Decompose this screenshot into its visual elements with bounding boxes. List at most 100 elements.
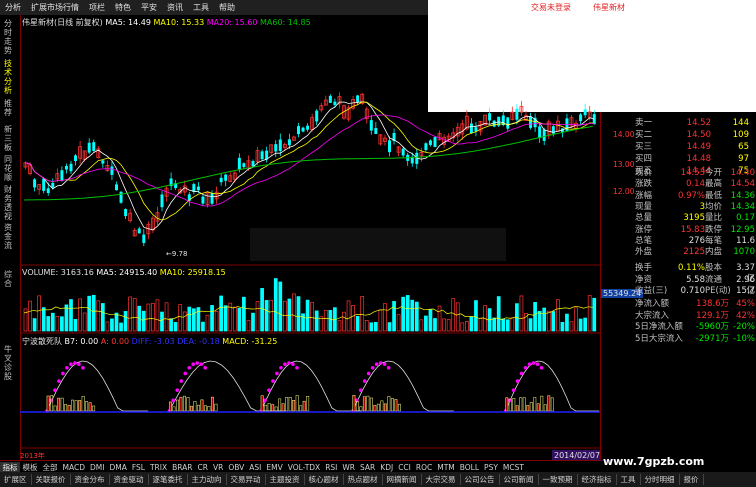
bottom-tab[interactable]: 核心题材	[305, 474, 344, 485]
bottom-tab[interactable]: 资金分布	[71, 474, 110, 485]
indicator-tab[interactable]: CCI	[396, 463, 414, 472]
bottom-tab[interactable]: 一致预期	[539, 474, 578, 485]
bottom-tab[interactable]: 关联报价	[32, 474, 71, 485]
bottom-tab[interactable]: 大宗交易	[422, 474, 461, 485]
tab-ths[interactable]: 同花顺	[4, 155, 14, 182]
menu-extended-market[interactable]: 扩展市场行情	[26, 2, 84, 13]
indicator-dot	[73, 361, 77, 365]
indicator-tab[interactable]: MACD	[60, 463, 87, 472]
bottom-tab[interactable]: 网摘新闻	[383, 474, 422, 485]
watermark: www.7gpzb.com	[603, 455, 705, 468]
volume-bar	[55, 316, 60, 332]
bottom-tab[interactable]: 报价	[680, 474, 704, 485]
volume-bar	[374, 321, 378, 332]
bottom-tab[interactable]: 公司公告	[461, 474, 500, 485]
volume-bar	[405, 295, 410, 332]
order-price: 14.48	[686, 154, 711, 164]
bottom-tab[interactable]: 主题投资	[266, 474, 305, 485]
stat-label: 流通	[705, 274, 723, 285]
indicator-tab[interactable]: EMV	[264, 463, 285, 472]
indicator-tab[interactable]: FSL	[129, 463, 147, 472]
volume-bar	[587, 295, 592, 332]
menu-items[interactable]: 项栏	[84, 2, 110, 13]
stat-label: 每笔	[705, 235, 723, 246]
candle-down	[60, 170, 64, 181]
menu-features[interactable]: 特色	[110, 2, 136, 13]
indicator-tab[interactable]: VR	[210, 463, 225, 472]
volume-bar	[296, 296, 301, 332]
stat-label: 内盘	[705, 247, 723, 258]
tab-intraday[interactable]: 分时走势	[4, 19, 14, 55]
volume-bar	[465, 321, 469, 332]
indicator-bar	[207, 405, 211, 412]
bottom-tab[interactable]: 逐笔委托	[149, 474, 188, 485]
order-volume: 97	[738, 154, 749, 164]
tab-diagnosis[interactable]: 牛叉诊股	[4, 345, 14, 381]
indicator-bar	[46, 395, 50, 412]
bottom-tab[interactable]: 主力动向	[188, 474, 227, 485]
bottom-tab[interactable]: 资金驱动	[110, 474, 149, 485]
volume-bar	[187, 306, 192, 332]
indicator-tab[interactable]: WR	[340, 463, 358, 472]
tab-new-third-board[interactable]: 新三板	[4, 125, 14, 152]
volume-label: VOLUME: 3163.16	[22, 268, 94, 277]
indicator-dot	[527, 362, 532, 367]
bottom-tab[interactable]: 分时明细	[641, 474, 680, 485]
indicator-bar	[369, 397, 373, 412]
candle-down	[297, 126, 300, 135]
bottom-tab[interactable]: 经济指标	[578, 474, 617, 485]
indicator-bar	[288, 397, 292, 412]
candle-down	[92, 142, 96, 152]
indicator-tab[interactable]: BRAR	[170, 463, 195, 472]
tab-capital-flow[interactable]: 资金流	[4, 223, 14, 250]
indicator-tab[interactable]: 模板	[20, 462, 40, 473]
indicator-bar	[179, 396, 183, 412]
indicator-dot	[370, 365, 375, 370]
bottom-tab[interactable]: 交易异动	[227, 474, 266, 485]
candle-down	[583, 109, 587, 116]
dea-label: DEA: -0.18	[177, 337, 220, 346]
indicator-tab[interactable]: OBV	[226, 463, 247, 472]
indicator-dot	[81, 365, 85, 370]
indicator-tab[interactable]: DMA	[107, 463, 129, 472]
menu-help[interactable]: 帮助	[214, 2, 240, 13]
bottom-tab[interactable]: 公司新闻	[500, 474, 539, 485]
indicator-dot	[382, 362, 387, 367]
indicator-tab[interactable]: VOL-TDX	[285, 463, 322, 472]
indicator-tab[interactable]: KDJ	[378, 463, 396, 472]
menu-analysis[interactable]: 分析	[0, 2, 26, 13]
candle-down	[278, 139, 282, 151]
indicator-tab[interactable]: BOLL	[457, 463, 481, 472]
bottom-tab[interactable]: 扩展区	[0, 474, 32, 485]
menu-news[interactable]: 资讯	[162, 2, 188, 13]
stats-row: 现价 14.53 今开 14.40	[601, 168, 756, 179]
trade-status[interactable]: 交易未登录	[531, 2, 571, 13]
stat-label: 涨停	[635, 224, 653, 235]
indicator-bar	[362, 396, 366, 412]
indicator-tab[interactable]: ASI	[247, 463, 264, 472]
tab-finance[interactable]: 财务透视	[4, 185, 14, 221]
menu-pingan[interactable]: 平安	[136, 2, 162, 13]
menu-tools[interactable]: 工具	[188, 2, 214, 13]
tab-technical[interactable]: 技术分析	[4, 59, 14, 95]
indicator-tab[interactable]: SAR	[358, 463, 378, 472]
indicator-tab[interactable]: PSY	[482, 463, 501, 472]
indicator-tab[interactable]: DMI	[87, 463, 106, 472]
indicator-tab[interactable]: MTM	[435, 463, 458, 472]
indicator-tab[interactable]: RSI	[323, 463, 340, 472]
indicator-tab[interactable]: TRIX	[147, 463, 169, 472]
indicator-tab[interactable]: ROC	[413, 463, 434, 472]
tab-recommend[interactable]: 推荐	[4, 99, 14, 117]
tab-overview[interactable]: 综合	[4, 270, 14, 288]
volume-bar	[141, 310, 146, 332]
indicator-tab[interactable]: 指标	[0, 461, 20, 473]
chart-area[interactable]: 伟星新材(日线 前复权) MA5: 14.49 MA10: 15.33 MA20…	[20, 15, 684, 460]
indicator-tab[interactable]: CR	[195, 463, 210, 472]
bottom-tab[interactable]: 工具	[617, 474, 641, 485]
indicator-tab[interactable]: MCST	[500, 463, 526, 472]
bottom-tab[interactable]: 热点题材	[344, 474, 383, 485]
candle-down	[201, 196, 205, 204]
stats-row: 涨跌 0.14 最高 14.54	[601, 179, 756, 190]
indicator-tab[interactable]: 全部	[40, 462, 60, 473]
indicator-dot	[61, 371, 65, 376]
